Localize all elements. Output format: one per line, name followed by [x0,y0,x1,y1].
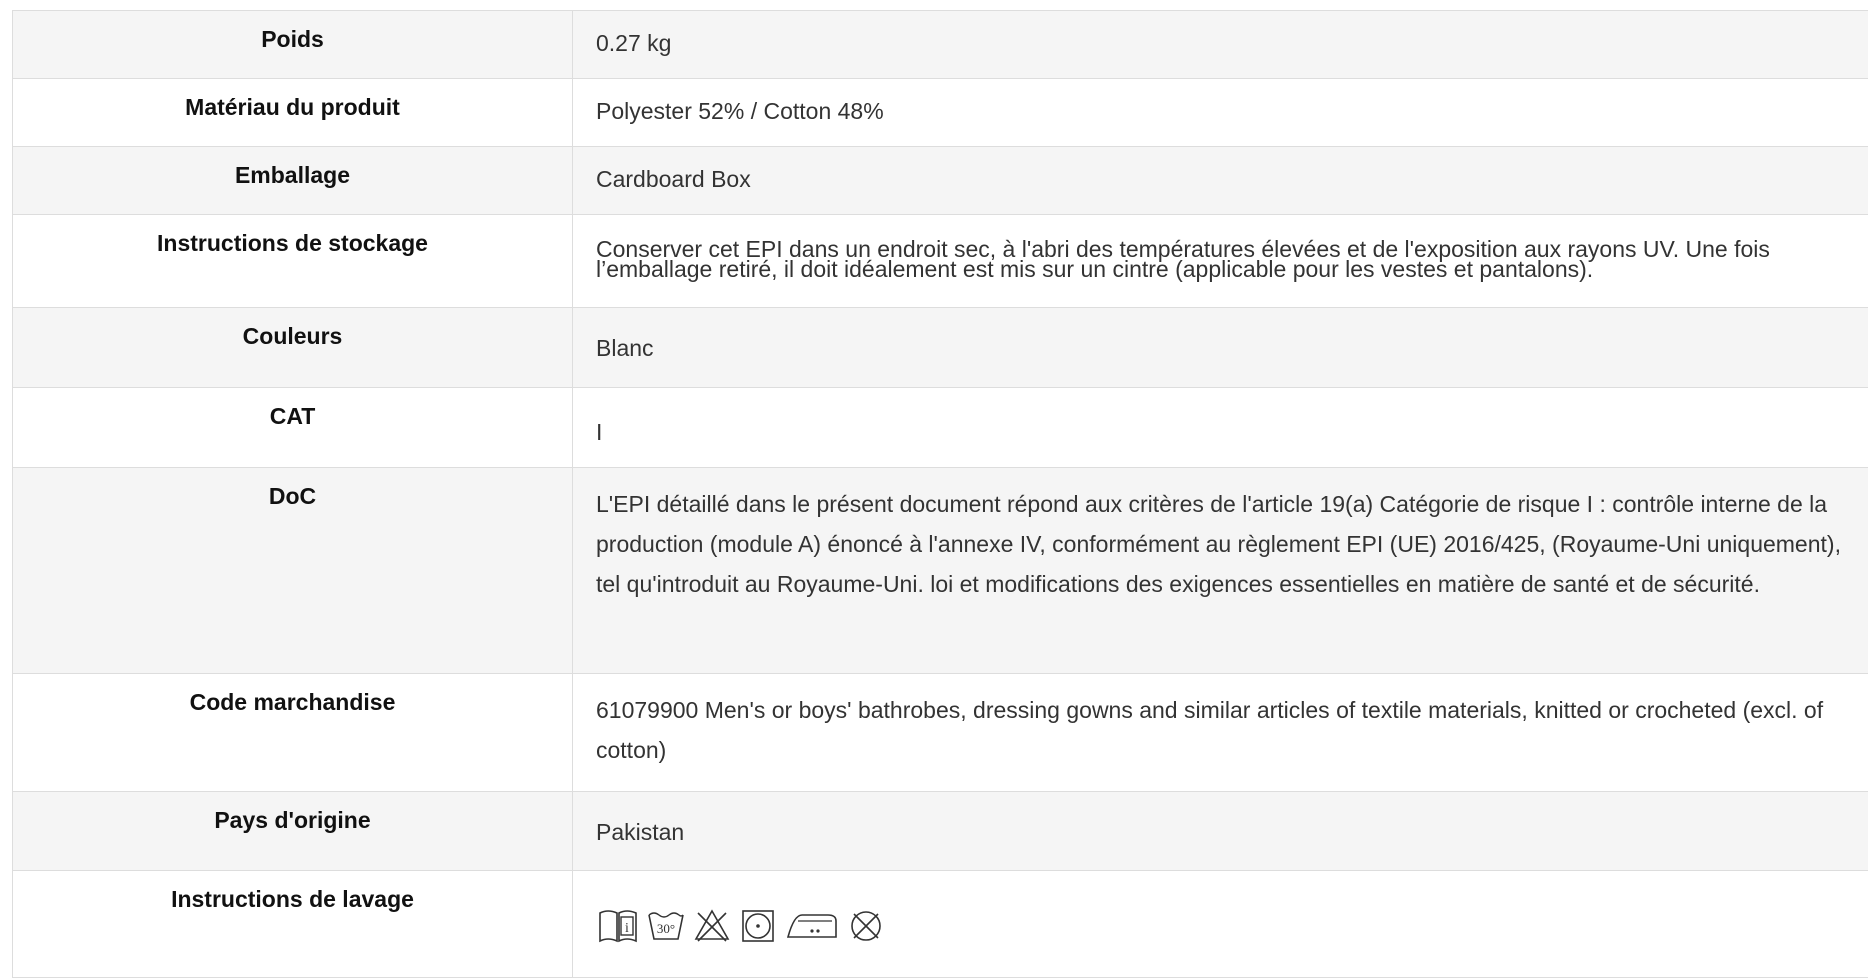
row-value-packaging: Cardboard Box [572,146,1868,215]
row-value-doc: L'EPI détaillé dans le présent document … [572,467,1868,674]
table-row: Emballage Cardboard Box [12,146,1868,215]
row-label-material: Matériau du produit [12,78,573,147]
table-row: Instructions de lavage i 30° [12,870,1868,978]
table-row: Instructions de stockage Conserver cet E… [12,214,1868,308]
row-label-packaging: Emballage [12,146,573,215]
row-label-doc: DoC [12,467,573,674]
table-row: DoC L'EPI détaillé dans le présent docum… [12,467,1868,674]
wash-30-icon: 30° [648,912,684,940]
table-row: Poids 0.27 kg [12,10,1868,79]
tumble-dry-low-icon [742,910,774,942]
row-value-material: Polyester 52% / Cotton 48% [572,78,1868,147]
iron-low-icon [786,914,837,938]
table-row: Matériau du produit Polyester 52% / Cott… [12,78,1868,147]
row-value-commodity-code: 61079900 Men's or boys' bathrobes, dress… [572,673,1868,792]
row-value-storage: Conserver cet EPI dans un endroit sec, à… [572,214,1868,308]
read-instructions-icon: i [599,910,637,943]
row-label-weight: Poids [12,10,573,79]
svg-text:i: i [625,921,629,936]
row-label-storage: Instructions de stockage [12,214,573,308]
row-value-washing: i 30° [572,870,1868,978]
row-value-origin: Pakistan [572,791,1868,871]
table-row: Couleurs Blanc [12,307,1868,388]
row-value-cat: I [572,387,1868,468]
row-label-cat: CAT [12,387,573,468]
row-label-washing: Instructions de lavage [12,870,573,978]
product-specifications-table: Poids 0.27 kg Matériau du produit Polyes… [12,10,1868,978]
row-value-weight: 0.27 kg [572,10,1868,79]
wash-temp-label: 30° [657,921,675,936]
row-label-commodity-code: Code marchandise [12,673,573,792]
table-row: CAT I [12,387,1868,468]
do-not-dry-clean-icon [851,911,881,941]
care-icons: i 30° [596,905,1868,945]
row-label-origin: Pays d'origine [12,791,573,871]
do-not-bleach-icon [694,909,730,942]
table-row: Pays d'origine Pakistan [12,791,1868,871]
row-label-colours: Couleurs [12,307,573,388]
row-value-colours: Blanc [572,307,1868,388]
table-row: Code marchandise 61079900 Men's or boys'… [12,673,1868,792]
